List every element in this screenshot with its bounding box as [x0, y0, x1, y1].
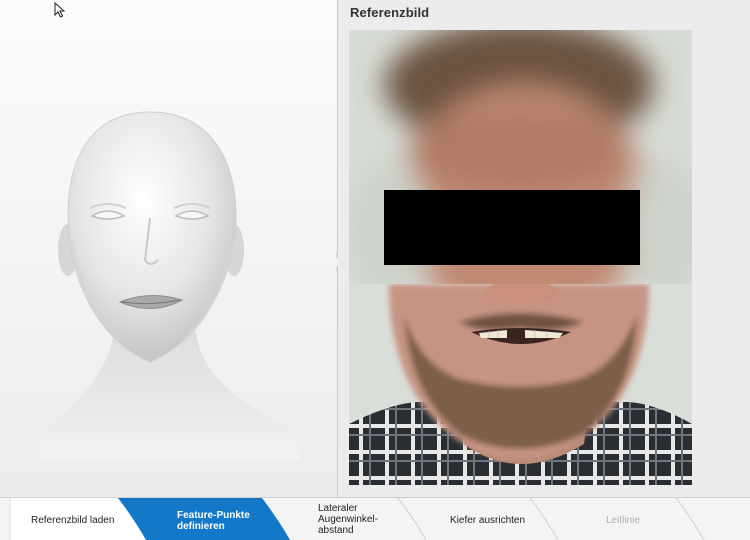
model-view-panel: [0, 0, 337, 497]
reference-image-panel: Referenzbild: [338, 0, 750, 497]
step-define-feature-points[interactable]: Feature-Punkte definieren: [177, 510, 250, 532]
step-guideline: Leitlinie: [606, 515, 640, 526]
reference-photo-lower: [349, 284, 692, 485]
workflow-step-bar: Referenzbild laden Feature-Punkte defini…: [0, 497, 750, 540]
step-3-divider: [397, 498, 427, 540]
reference-photo[interactable]: [349, 30, 692, 485]
step-align-jaw[interactable]: Kiefer ausrichten: [450, 515, 525, 526]
step-load-reference-image[interactable]: Referenzbild laden: [31, 515, 114, 526]
mouse-pointer-icon: [54, 2, 66, 18]
step-lateral-eye-corner-distance[interactable]: Lateraler Augenwinkel- abstand: [318, 503, 378, 536]
step-5-divider: [675, 498, 705, 540]
face-model-3d[interactable]: [0, 100, 337, 460]
step-4-divider: [529, 498, 559, 540]
censor-bar: [384, 190, 640, 265]
reference-image-title: Referenzbild: [350, 5, 430, 20]
app-window: Referenzbild Referenzbild laden Feature-…: [0, 0, 750, 540]
